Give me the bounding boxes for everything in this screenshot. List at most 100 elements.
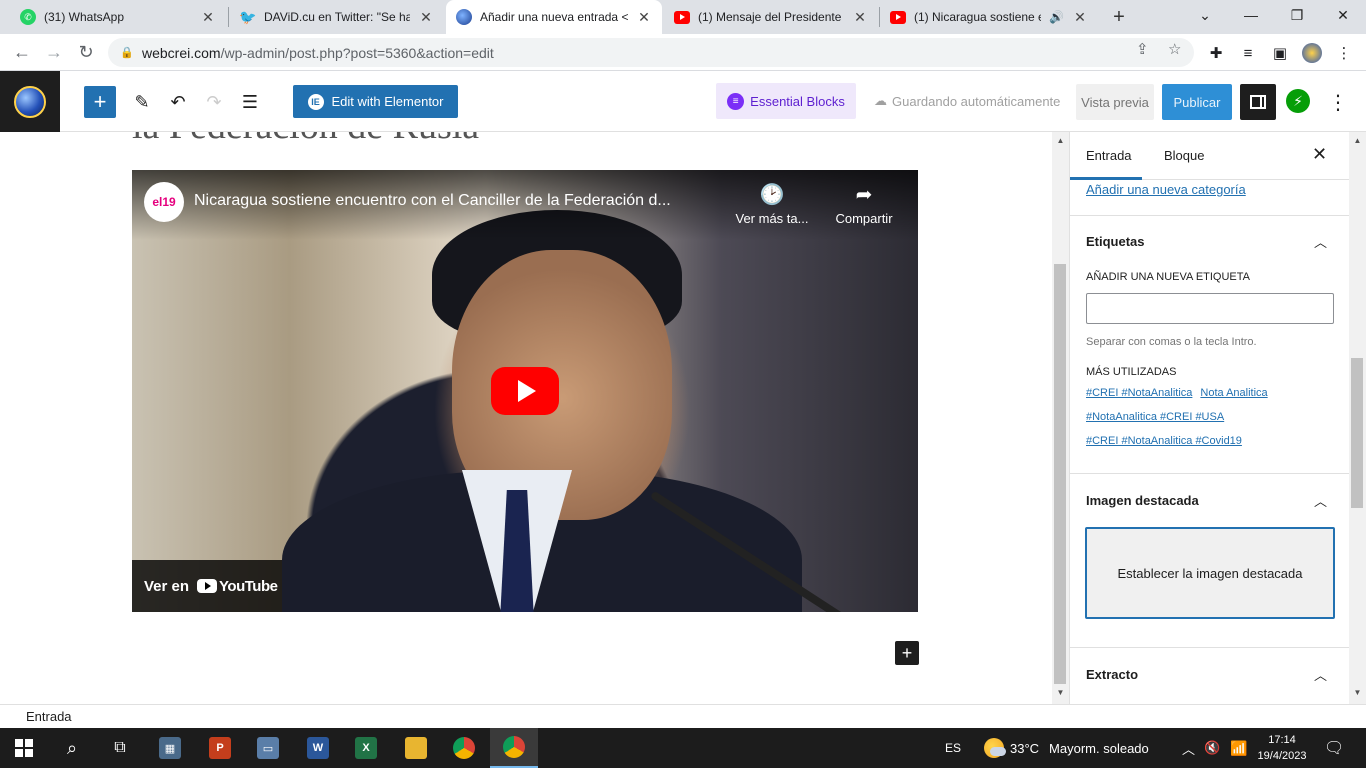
essential-blocks-button[interactable]: ≡ Essential Blocks bbox=[716, 83, 856, 119]
tab-title: DAViD.cu en Twitter: "Se hace bbox=[264, 10, 410, 24]
set-featured-image-button[interactable]: Establecer la imagen destacada bbox=[1085, 527, 1335, 619]
calculator-app-icon[interactable]: ▦ bbox=[146, 728, 194, 768]
scroll-up-icon[interactable]: ▲ bbox=[1349, 136, 1366, 145]
watch-on-youtube-button[interactable]: Ver en YouTube bbox=[132, 560, 282, 612]
tab-post[interactable]: Entrada bbox=[1086, 148, 1132, 163]
add-block-button[interactable]: + bbox=[895, 641, 919, 665]
scroll-up-icon[interactable]: ▲ bbox=[1052, 136, 1069, 145]
redo-icon[interactable]: ↷ bbox=[198, 86, 230, 118]
close-window-icon[interactable]: ✕ bbox=[1320, 0, 1366, 30]
share-icon[interactable]: ⇪ bbox=[1136, 40, 1149, 58]
autosave-status: ☁ Guardando automáticamente bbox=[874, 93, 1060, 109]
tags-panel-title[interactable]: Etiquetas bbox=[1086, 234, 1145, 249]
close-icon[interactable]: ✕ bbox=[418, 9, 434, 26]
word-app-icon[interactable]: W bbox=[294, 728, 342, 768]
close-icon[interactable]: ✕ bbox=[852, 9, 868, 26]
restore-icon[interactable]: ❐ bbox=[1274, 0, 1320, 30]
block-inserter-button[interactable]: + bbox=[84, 86, 116, 118]
chevron-up-icon[interactable]: ︿ bbox=[1314, 665, 1327, 684]
add-category-link[interactable]: Añadir una nueva categoría bbox=[1086, 182, 1246, 197]
editor-header: + ✎ ↶ ↷ ☰ IE Edit with Elementor ≡ Essen… bbox=[0, 71, 1366, 132]
tag-link[interactable]: #CREI #NotaAnalitica bbox=[1086, 387, 1192, 399]
back-icon[interactable]: ← bbox=[6, 36, 38, 68]
excerpt-panel-title[interactable]: Extracto bbox=[1086, 667, 1138, 682]
scroll-down-icon[interactable]: ▼ bbox=[1349, 688, 1366, 697]
video-title[interactable]: Nicaragua sostiene encuentro con el Canc… bbox=[194, 192, 724, 210]
computer-icon: ▭ bbox=[257, 737, 279, 759]
powerpoint-app-icon[interactable]: P bbox=[196, 728, 244, 768]
tab-wp-editor[interactable]: Añadir una nueva entrada < ( ✕ bbox=[446, 0, 662, 34]
extensions-puzzle-icon[interactable]: ✚ bbox=[1204, 42, 1228, 64]
chevron-up-icon[interactable]: ︿ bbox=[1314, 491, 1327, 510]
address-bar[interactable]: 🔒 webcrei.com /wp-admin/post.php?post=53… bbox=[108, 38, 1194, 67]
add-tag-input[interactable] bbox=[1086, 293, 1334, 324]
search-icon[interactable]: ⌕ bbox=[48, 728, 96, 768]
notifications-icon[interactable]: 🗨 bbox=[1324, 728, 1344, 768]
profile-avatar-icon[interactable] bbox=[1300, 42, 1324, 64]
side-panel-icon[interactable]: ▣ bbox=[1268, 42, 1292, 64]
breadcrumb-item[interactable]: Entrada bbox=[26, 709, 72, 724]
bookmark-star-icon[interactable]: ☆ bbox=[1168, 40, 1181, 58]
weather-widget[interactable]: 33°C Mayorm. soleado bbox=[984, 728, 1149, 768]
channel-avatar[interactable]: el19 bbox=[144, 182, 184, 222]
wifi-icon[interactable]: 📶 bbox=[1230, 728, 1247, 768]
settings-sidebar-toggle[interactable] bbox=[1240, 84, 1276, 120]
tab-youtube-1[interactable]: (1) Mensaje del Presidente D ✕ bbox=[664, 0, 878, 34]
tab-youtube-2[interactable]: (1) Nicaragua sostiene en 🔊 ✕ bbox=[880, 0, 1098, 34]
preview-button[interactable]: Vista previa bbox=[1076, 84, 1154, 120]
youtube-wordmark: YouTube bbox=[219, 577, 278, 595]
system-clock[interactable]: 17:14 19/4/2023 bbox=[1252, 732, 1312, 764]
tag-link[interactable]: #CREI #NotaAnalitica #Covid19 bbox=[1086, 435, 1242, 447]
speaker-muted-icon[interactable]: 🔇 bbox=[1204, 728, 1220, 768]
tag-link[interactable]: Nota Analitica bbox=[1200, 387, 1267, 399]
close-icon[interactable]: ✕ bbox=[200, 9, 216, 26]
audio-playing-icon[interactable]: 🔊 bbox=[1049, 10, 1064, 24]
share-video-button[interactable]: ➦ Compartir bbox=[822, 182, 906, 226]
chrome-profile-app-icon[interactable] bbox=[490, 728, 538, 768]
undo-icon[interactable]: ↶ bbox=[162, 86, 194, 118]
tag-link[interactable]: #NotaAnalitica #CREI #USA bbox=[1086, 411, 1224, 423]
publish-button[interactable]: Publicar bbox=[1162, 84, 1232, 120]
file-explorer-app-icon[interactable] bbox=[392, 728, 440, 768]
input-language[interactable]: ES bbox=[945, 728, 961, 768]
options-menu-icon[interactable]: ⋮ bbox=[1326, 86, 1350, 118]
tab-whatsapp[interactable]: ✆ (31) WhatsApp ✕ bbox=[10, 0, 226, 34]
chevron-up-icon[interactable]: ︿ bbox=[1314, 232, 1327, 251]
tab-search-icon[interactable]: ⌄ bbox=[1182, 0, 1228, 30]
tab-twitter[interactable]: 🐦 DAViD.cu en Twitter: "Se hace ✕ bbox=[230, 0, 444, 34]
reload-icon[interactable]: ↻ bbox=[70, 36, 102, 68]
tab-block[interactable]: Bloque bbox=[1164, 148, 1204, 163]
scrollbar-thumb[interactable] bbox=[1351, 358, 1363, 508]
new-tab-button[interactable]: + bbox=[1102, 0, 1136, 34]
forward-icon[interactable]: → bbox=[38, 36, 70, 68]
pencil-tools-icon[interactable]: ✎ bbox=[126, 86, 158, 118]
sidebar-scrollbar[interactable]: ▲ ▼ bbox=[1349, 132, 1366, 704]
excel-app-icon[interactable]: X bbox=[342, 728, 390, 768]
close-icon[interactable]: ✕ bbox=[636, 9, 652, 26]
edit-with-elementor-button[interactable]: IE Edit with Elementor bbox=[293, 85, 458, 118]
document-overview-icon[interactable]: ☰ bbox=[234, 86, 266, 118]
jetpack-icon[interactable]: ⚡ bbox=[1286, 89, 1310, 113]
add-tag-label: AÑADIR UNA NUEVA ETIQUETA bbox=[1086, 271, 1251, 283]
post-title[interactable]: la Federación de Rusia bbox=[132, 132, 479, 148]
folder-icon bbox=[405, 737, 427, 759]
task-view-icon[interactable]: ⧉ bbox=[96, 728, 144, 768]
watch-later-button[interactable]: 🕑 Ver más ta... bbox=[730, 182, 814, 226]
start-button[interactable] bbox=[0, 728, 48, 768]
close-icon[interactable]: ✕ bbox=[1072, 9, 1088, 26]
site-logo-button[interactable] bbox=[0, 71, 60, 132]
media-control-icon[interactable]: ≡ bbox=[1236, 42, 1260, 64]
youtube-embed[interactable]: el19 Nicaragua sostiene encuentro con el… bbox=[132, 170, 918, 612]
close-icon[interactable]: ✕ bbox=[1312, 144, 1327, 165]
video-play-button[interactable] bbox=[491, 367, 559, 415]
featured-image-panel-title[interactable]: Imagen destacada bbox=[1086, 493, 1199, 508]
browser-menu-icon[interactable]: ⋮ bbox=[1332, 42, 1356, 64]
scrollbar-thumb[interactable] bbox=[1054, 264, 1066, 684]
network-app-icon[interactable]: ▭ bbox=[244, 728, 292, 768]
minimize-icon[interactable]: — bbox=[1228, 0, 1274, 30]
editor-scrollbar[interactable]: ▲ ▼ bbox=[1052, 132, 1069, 704]
scroll-down-icon[interactable]: ▼ bbox=[1052, 688, 1069, 697]
chrome-app-icon[interactable] bbox=[440, 728, 488, 768]
chevron-up-icon[interactable]: ︿ bbox=[1182, 728, 1195, 768]
chrome-icon bbox=[453, 737, 475, 759]
